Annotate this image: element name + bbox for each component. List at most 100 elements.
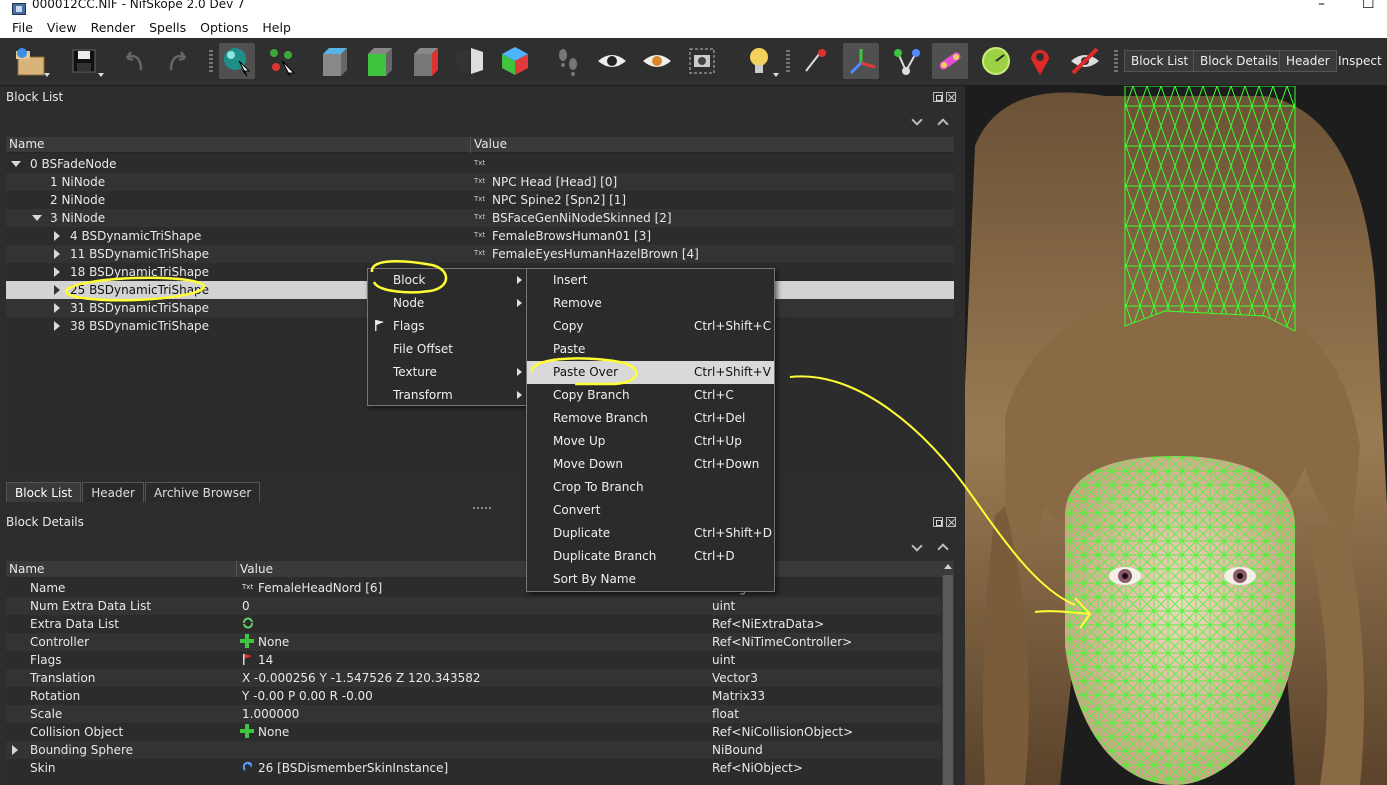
- expand-arrow-icon[interactable]: [54, 285, 60, 295]
- column-name-header[interactable]: Name: [9, 137, 44, 151]
- submenu-item-move-up[interactable]: Move Up Ctrl+Up: [527, 430, 774, 453]
- tree-row[interactable]: 2 NiNode Txt NPC Spine2 [Spn2] [1]: [6, 191, 954, 209]
- menu-item-flags[interactable]: Flags: [368, 315, 526, 338]
- render-viewport[interactable]: [965, 86, 1387, 785]
- collapse-arrow-icon[interactable]: [32, 215, 42, 221]
- view-side-button[interactable]: [361, 43, 397, 79]
- walk-mode-button[interactable]: [550, 43, 586, 79]
- menu-options[interactable]: Options: [194, 20, 254, 35]
- select-vertex-button[interactable]: [264, 43, 300, 79]
- show-markers-pin-button[interactable]: [1022, 43, 1058, 79]
- tab-archive-browser[interactable]: Archive Browser: [144, 482, 261, 502]
- show-furniture-button[interactable]: [978, 43, 1014, 79]
- detail-row[interactable]: Skin 26 [BSDismemberSkinInstance] Ref<Ni…: [6, 759, 942, 777]
- expand-all-icon[interactable]: [937, 543, 949, 555]
- detail-row[interactable]: Translation X -0.000256 Y -1.547526 Z 12…: [6, 669, 942, 687]
- submenu-item-copy[interactable]: Copy Ctrl+Shift+C: [527, 315, 774, 338]
- detail-row[interactable]: Controller None Ref<NiTimeController>: [6, 633, 942, 651]
- detail-row[interactable]: Name Txt FemaleHeadNord [6] string: [6, 579, 942, 597]
- detail-row[interactable]: Bounding Sphere NiBound: [6, 741, 942, 759]
- column-value-header[interactable]: Value: [240, 562, 273, 576]
- submenu-item-copy-branch[interactable]: Copy Branch Ctrl+C: [527, 384, 774, 407]
- expand-arrow-icon[interactable]: [54, 231, 60, 241]
- block-details-table[interactable]: Name Value Name Txt FemaleHeadNord [6] s…: [6, 561, 942, 785]
- redo-button[interactable]: [160, 43, 196, 79]
- toolbar-grip[interactable]: [1114, 50, 1118, 74]
- collapse-all-icon[interactable]: [911, 114, 923, 126]
- submenu-item-insert[interactable]: Insert: [527, 269, 774, 292]
- view-back-button[interactable]: [407, 43, 443, 79]
- submenu-item-convert[interactable]: Convert: [527, 499, 774, 522]
- hide-collision-button[interactable]: [1067, 43, 1103, 79]
- tree-row[interactable]: 1 NiNode Txt NPC Head [Head] [0]: [6, 173, 954, 191]
- show-nodes-button[interactable]: [843, 43, 879, 79]
- tree-row[interactable]: 0 BSFadeNode Txt: [6, 155, 954, 173]
- scroll-up-icon[interactable]: [944, 564, 952, 569]
- block-list-close-button[interactable]: [946, 92, 956, 102]
- undo-button[interactable]: [116, 43, 152, 79]
- menu-spells[interactable]: Spells: [143, 20, 192, 35]
- toolbar-grip[interactable]: [209, 50, 213, 74]
- expand-arrow-icon[interactable]: [54, 321, 60, 331]
- lighting-button[interactable]: [741, 43, 779, 79]
- menu-item-texture[interactable]: Texture: [368, 361, 526, 384]
- detail-row[interactable]: Scale 1.000000 float: [6, 705, 942, 723]
- expand-arrow-icon[interactable]: [12, 745, 18, 755]
- view-front-button[interactable]: [316, 43, 352, 79]
- column-value-header[interactable]: Value: [474, 137, 507, 151]
- show-constraints-button[interactable]: [932, 43, 968, 79]
- menu-render[interactable]: Render: [85, 20, 142, 35]
- expand-arrow-icon[interactable]: [54, 303, 60, 313]
- tree-row[interactable]: 4 BSDynamicTriShape Txt FemaleBrowsHuman…: [6, 227, 954, 245]
- view-perspective-button[interactable]: [452, 43, 488, 79]
- show-markers-button[interactable]: [639, 43, 675, 79]
- submenu-item-move-down[interactable]: Move Down Ctrl+Down: [527, 453, 774, 476]
- minimize-button[interactable]: –: [1318, 0, 1325, 12]
- collapse-all-icon[interactable]: [911, 540, 923, 552]
- detail-row[interactable]: Flags 14 uint: [6, 651, 942, 669]
- tab-header[interactable]: Header: [82, 482, 144, 502]
- collapse-arrow-icon[interactable]: [11, 161, 21, 167]
- block-list-float-button[interactable]: [933, 92, 943, 102]
- menu-item-transform[interactable]: Transform: [368, 384, 526, 407]
- detail-row[interactable]: Collision Object None Ref<NiCollisionObj…: [6, 723, 942, 741]
- toggle-header-button[interactable]: Header: [1279, 50, 1337, 72]
- submenu-item-sort-by-name[interactable]: Sort By Name: [527, 568, 774, 591]
- expand-arrow-icon[interactable]: [54, 267, 60, 277]
- toggle-inspect-button[interactable]: Inspect: [1332, 50, 1387, 72]
- toggle-block-details-button[interactable]: Block Details: [1193, 50, 1285, 72]
- detail-row[interactable]: Num Extra Data List 0 uint: [6, 597, 942, 615]
- select-object-button[interactable]: [219, 43, 255, 79]
- view-user-button[interactable]: [497, 43, 533, 79]
- menu-help[interactable]: Help: [256, 20, 297, 35]
- submenu-item-duplicate-branch[interactable]: Duplicate Branch Ctrl+D: [527, 545, 774, 568]
- menu-view[interactable]: View: [41, 20, 83, 35]
- expand-all-icon[interactable]: [937, 118, 949, 130]
- tree-row[interactable]: 3 NiNode Txt BSFaceGenNiNodeSkinned [2]: [6, 209, 954, 227]
- column-name-header[interactable]: Name: [9, 562, 44, 576]
- block-details-float-button[interactable]: [933, 517, 943, 527]
- toolbar-grip[interactable]: [786, 50, 790, 74]
- scroll-thumb[interactable]: [943, 575, 953, 785]
- add-plus-icon[interactable]: [240, 724, 254, 738]
- tab-block-list[interactable]: Block List: [6, 482, 82, 502]
- submenu-item-paste-over[interactable]: Paste Over Ctrl+Shift+V: [527, 361, 774, 384]
- details-scrollbar[interactable]: [942, 561, 954, 785]
- submenu-item-duplicate[interactable]: Duplicate Ctrl+Shift+D: [527, 522, 774, 545]
- tree-row[interactable]: 11 BSDynamicTriShape Txt FemaleEyesHuman…: [6, 245, 954, 263]
- menu-file[interactable]: File: [6, 20, 39, 35]
- expand-arrow-icon[interactable]: [54, 249, 60, 259]
- submenu-item-crop-to-branch[interactable]: Crop To Branch: [527, 476, 774, 499]
- menu-item-file-offset[interactable]: File Offset: [368, 338, 526, 361]
- menu-item-node[interactable]: Node: [368, 292, 526, 315]
- show-hidden-button[interactable]: [594, 43, 630, 79]
- menu-item-block[interactable]: Block: [368, 269, 526, 292]
- submenu-item-paste[interactable]: Paste: [527, 338, 774, 361]
- add-plus-icon[interactable]: [240, 634, 254, 648]
- show-vertices-button[interactable]: [888, 43, 924, 79]
- block-details-close-button[interactable]: [946, 517, 956, 527]
- submenu-item-remove[interactable]: Remove: [527, 292, 774, 315]
- show-axes-button[interactable]: [798, 43, 834, 79]
- screenshot-button[interactable]: [684, 43, 720, 79]
- open-file-button[interactable]: [12, 43, 50, 79]
